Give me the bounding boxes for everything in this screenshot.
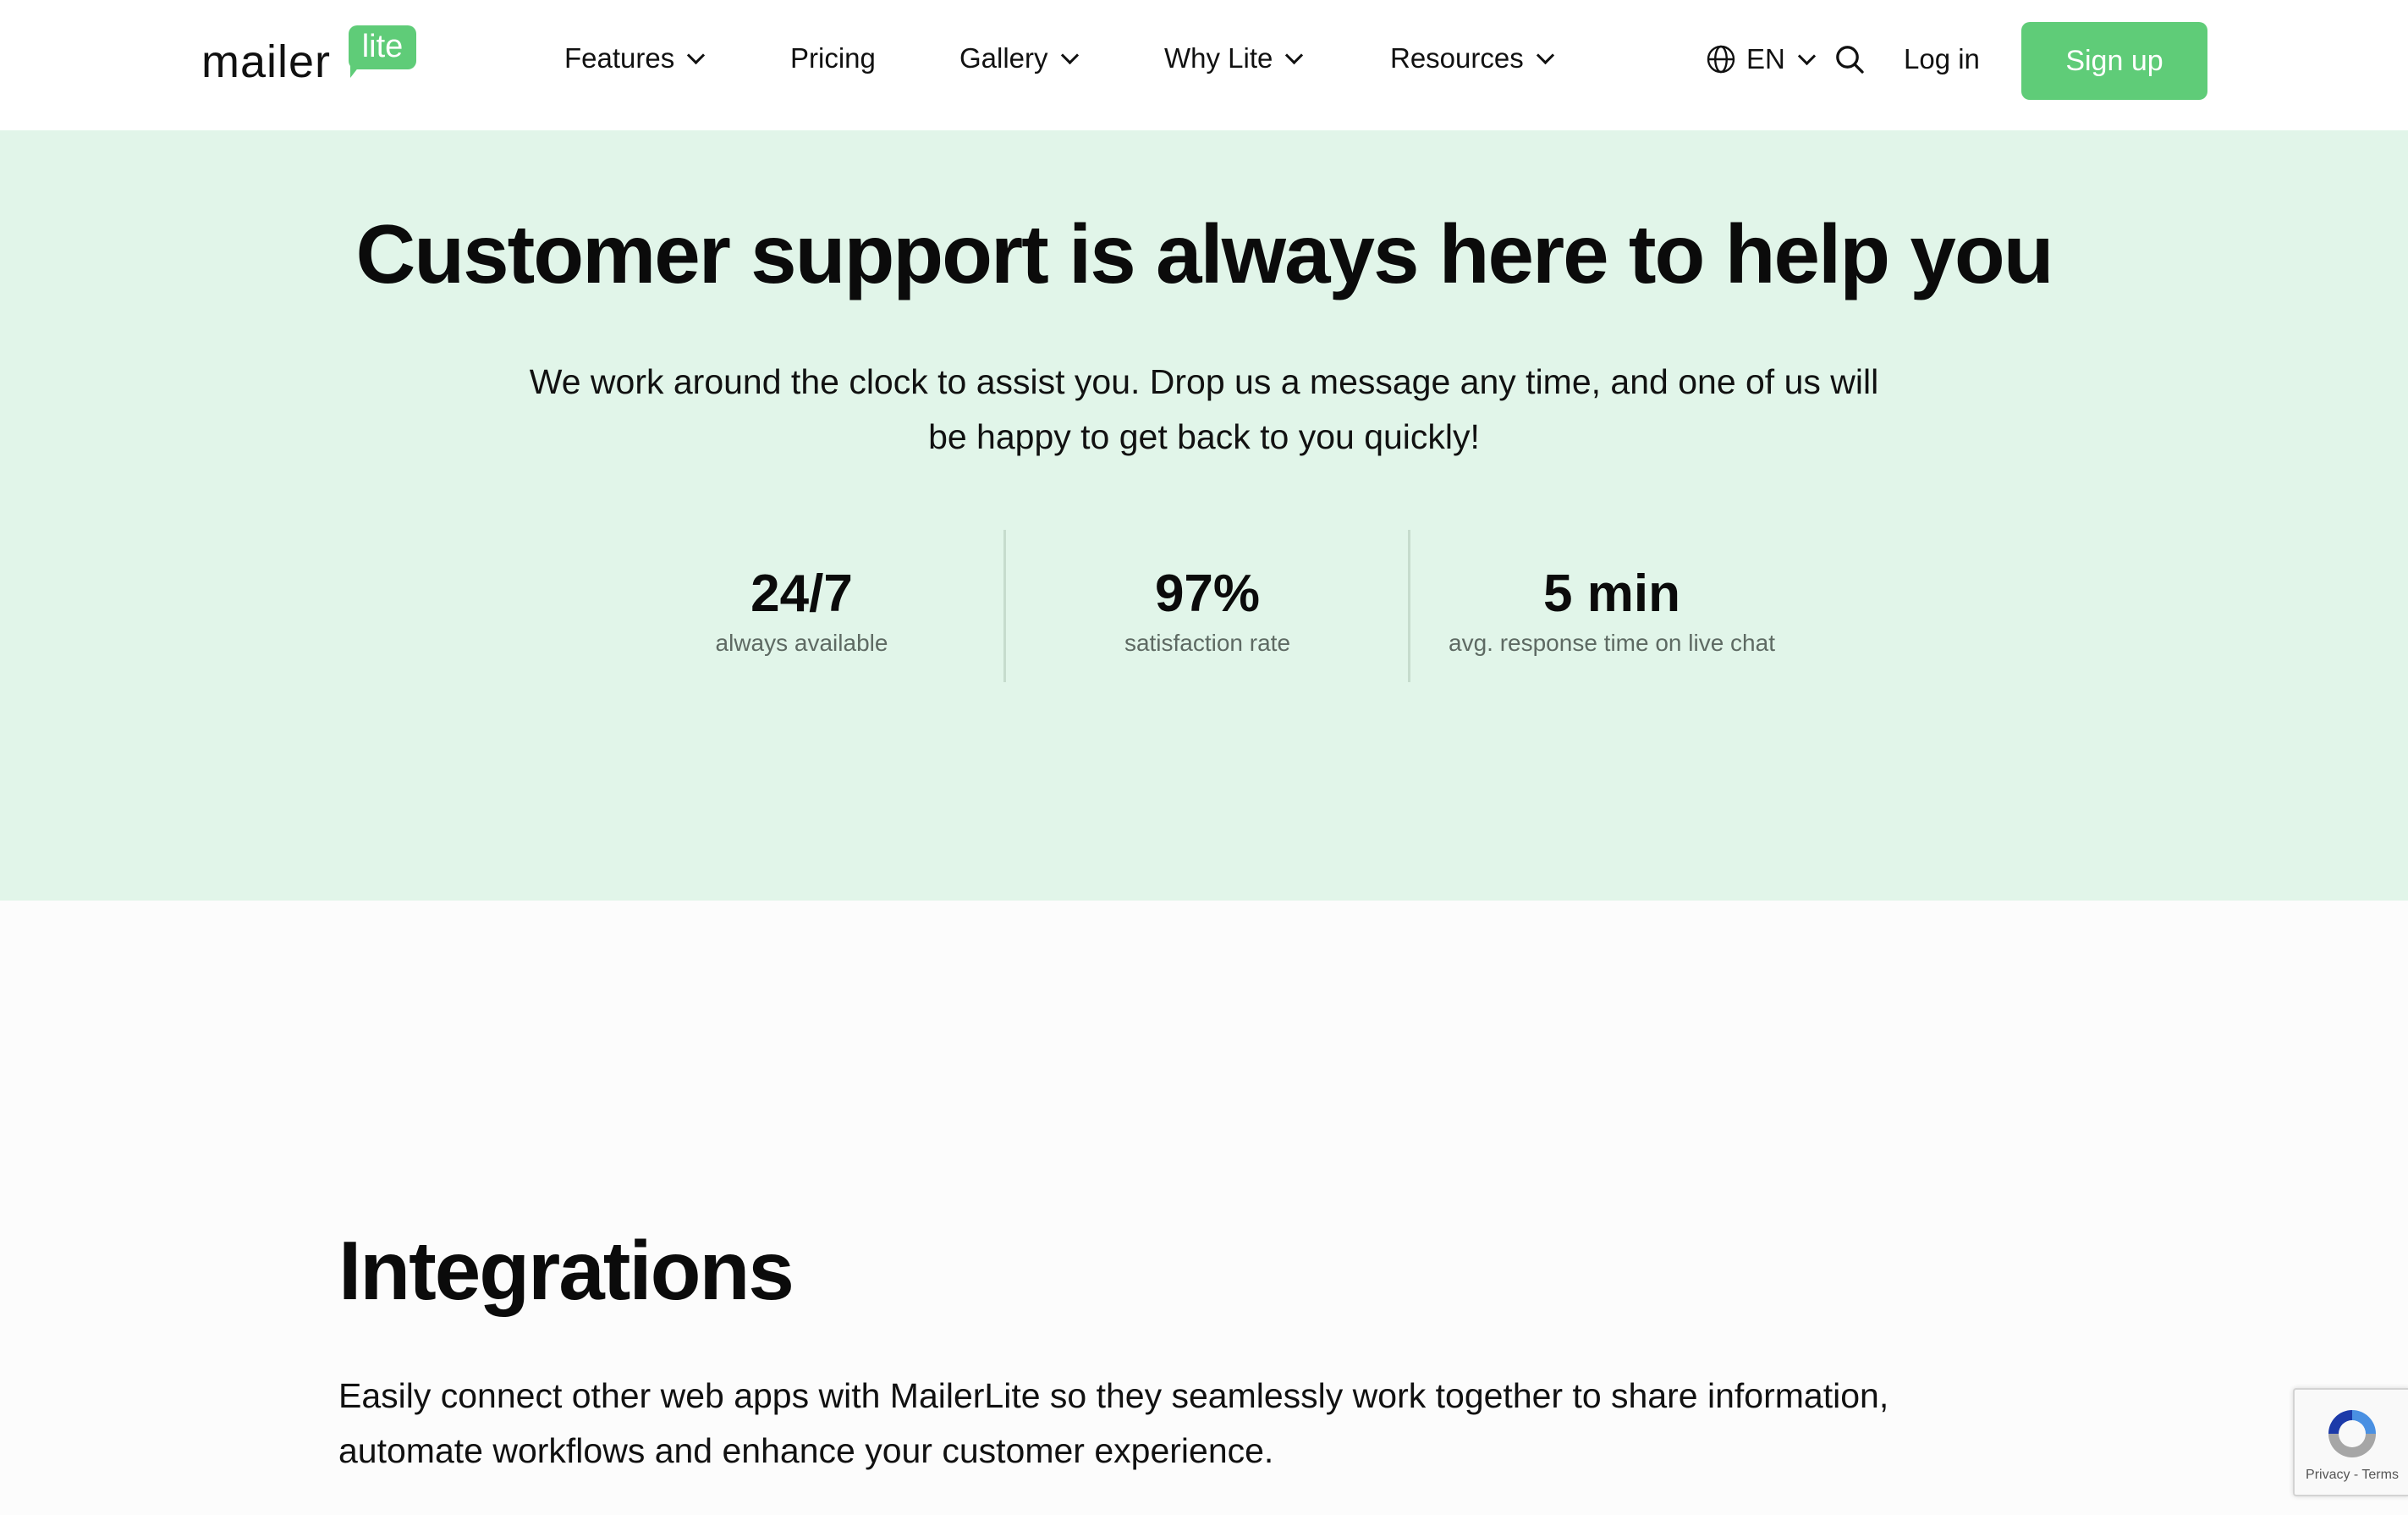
recaptcha-badge[interactable]: Privacy - Terms xyxy=(2293,1388,2408,1496)
stat-value: 24/7 xyxy=(750,565,853,623)
stat-value: 5 min xyxy=(1543,565,1680,623)
recaptcha-terms-link[interactable]: Terms xyxy=(2361,1468,2399,1482)
nav-resources[interactable]: Resources xyxy=(1390,37,1554,80)
recaptcha-separator: - xyxy=(2350,1468,2362,1482)
nav-features-label: Features xyxy=(564,42,675,74)
chevron-down-icon xyxy=(1797,47,1816,65)
nav-features[interactable]: Features xyxy=(564,37,706,80)
search-icon xyxy=(1833,42,1866,76)
stat-label: always available xyxy=(715,630,888,656)
logo-badge-tail xyxy=(350,63,362,78)
stat-label: satisfaction rate xyxy=(1124,630,1291,656)
login-link[interactable]: Log in xyxy=(1904,37,1980,81)
stat-label: avg. response time on live chat xyxy=(1449,630,1775,656)
chevron-down-icon xyxy=(1536,46,1554,64)
stat-divider xyxy=(1003,530,1006,682)
site-header: mailer lite Features Pricing Gallery Why… xyxy=(0,0,2408,130)
logo-wordmark: mailer xyxy=(201,36,332,87)
hero-subtitle: We work around the clock to assist you. … xyxy=(529,362,1879,456)
recaptcha-links: Privacy - Terms xyxy=(2295,1468,2408,1483)
nav-pricing-label: Pricing xyxy=(790,42,876,74)
nav-why-lite[interactable]: Why Lite xyxy=(1164,37,1304,80)
search-button[interactable] xyxy=(1833,37,1866,81)
chevron-down-icon xyxy=(1285,46,1304,64)
integrations-description: Easily connect other web apps with Maile… xyxy=(338,1376,1889,1470)
nav-pricing[interactable]: Pricing xyxy=(790,37,876,80)
support-hero: Customer support is always here to help … xyxy=(0,130,2408,901)
language-code: EN xyxy=(1746,43,1785,74)
chevron-down-icon xyxy=(1060,46,1079,64)
signup-button[interactable]: Sign up xyxy=(2021,22,2207,100)
stat-satisfaction: 97% satisfaction rate xyxy=(1068,562,1347,660)
integrations-title: Integrations xyxy=(338,1224,794,1317)
stat-response-time: 5 min avg. response time on live chat xyxy=(1421,562,1802,660)
nav-why-lite-label: Why Lite xyxy=(1164,42,1273,74)
stat-divider xyxy=(1408,530,1410,682)
hero-title: Customer support is always here to help … xyxy=(355,207,2053,300)
globe-icon xyxy=(1706,44,1736,74)
chevron-down-icon xyxy=(687,46,706,64)
stat-value: 97% xyxy=(1154,565,1261,623)
language-selector[interactable]: EN xyxy=(1706,37,1816,81)
nav-gallery[interactable]: Gallery xyxy=(959,37,1079,80)
stat-availability: 24/7 always available xyxy=(660,562,943,660)
recaptcha-icon xyxy=(2322,1403,2383,1468)
nav-gallery-label: Gallery xyxy=(959,42,1048,74)
recaptcha-privacy-link[interactable]: Privacy xyxy=(2306,1468,2350,1482)
nav-resources-label: Resources xyxy=(1390,42,1524,74)
